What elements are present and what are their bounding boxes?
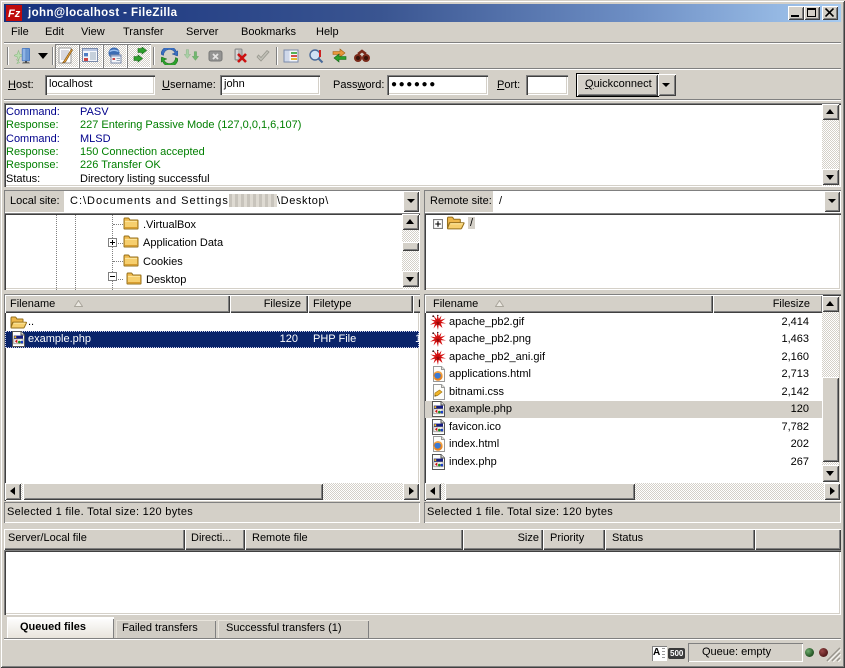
svg-text:Fz: Fz xyxy=(8,8,21,20)
